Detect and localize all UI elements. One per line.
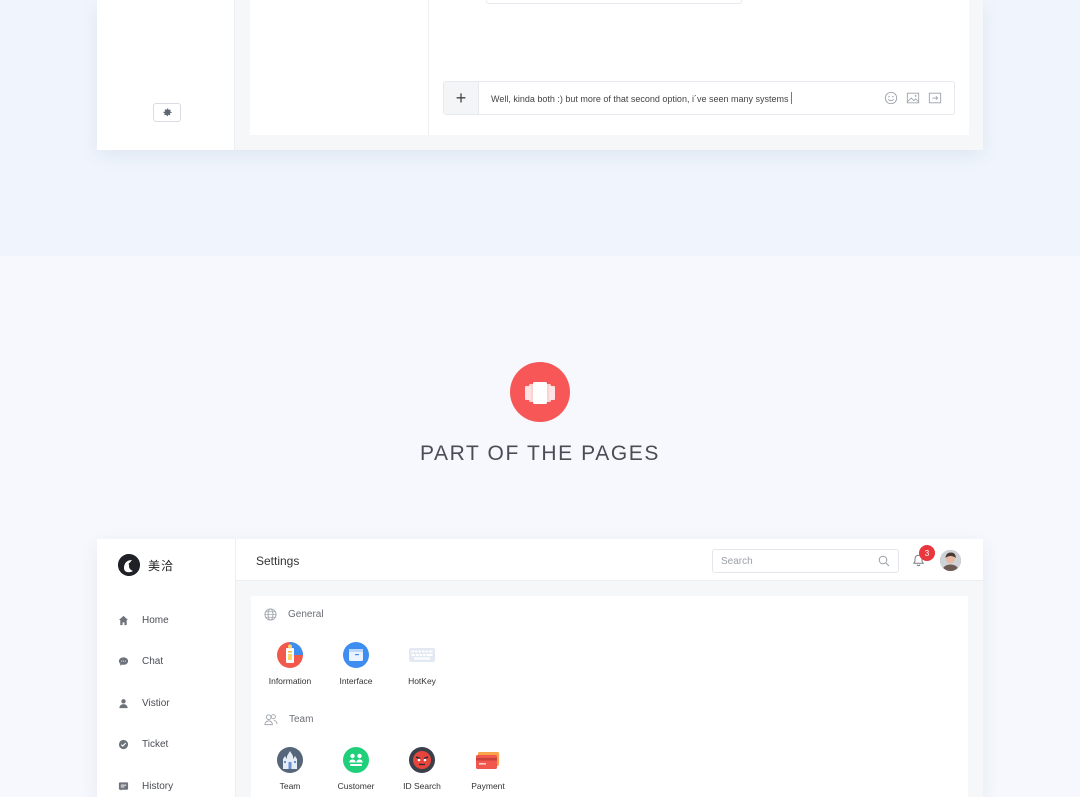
sidebar-item-label: History <box>142 780 174 792</box>
settings-button[interactable] <box>153 103 181 122</box>
gear-icon <box>162 108 172 117</box>
add-attachment-button[interactable]: + <box>444 82 479 114</box>
globe-icon <box>264 608 277 621</box>
group-title: Team <box>289 714 314 725</box>
search-box <box>712 549 899 573</box>
user-icon <box>119 698 128 708</box>
message-bubble <box>486 0 742 4</box>
sidebar-item-label: Chat <box>142 655 164 667</box>
group-title: General <box>288 609 324 620</box>
team-castle-icon <box>277 747 303 773</box>
sidebar-item-home[interactable]: Home <box>118 612 169 628</box>
tile-label: Customer <box>337 781 375 791</box>
home-icon <box>118 615 129 625</box>
settings-tile-information[interactable]: Information <box>255 642 325 686</box>
settings-tile-hotkey[interactable]: HotKey <box>387 642 457 686</box>
search-input[interactable] <box>713 550 873 572</box>
notification-badge: 3 <box>919 545 935 561</box>
emoji-icon[interactable] <box>884 91 898 105</box>
file-transfer-icon[interactable] <box>928 91 942 105</box>
sidebar-item-chat[interactable]: Chat <box>118 653 163 669</box>
conversation-list <box>250 0 429 135</box>
sidebar-item-label: Home <box>142 614 169 626</box>
top-header: Settings 3 <box>236 539 983 581</box>
section-title: PART OF THE PAGES <box>420 442 660 465</box>
tile-label: Team <box>279 781 301 791</box>
tile-label: HotKey <box>408 676 436 686</box>
id-search-icon <box>409 747 435 773</box>
page-title: Settings <box>256 554 300 568</box>
message-composer: + Well, kinda both :) but more of that s… <box>443 81 955 115</box>
chat-panel: + Well, kinda both :) but more of that s… <box>250 0 969 135</box>
text-cursor <box>791 92 793 104</box>
tile-label: ID Search <box>403 781 441 791</box>
information-icon <box>277 642 303 668</box>
pages-section-icon <box>510 362 570 422</box>
settings-tile-team[interactable]: Team <box>255 747 325 791</box>
settings-app: 美洽 Home Chat Vistior Ticket History Sett… <box>97 539 983 797</box>
group-header-general: General <box>264 608 324 621</box>
chat-bubble-icon <box>118 656 129 666</box>
tile-label: Interface <box>339 676 373 686</box>
tile-label: Information <box>268 676 312 686</box>
search-icon[interactable] <box>878 555 890 567</box>
sidebar: 美洽 Home Chat Vistior Ticket History <box>97 539 236 797</box>
message-input-text: Well, kinda both :) but more of that sec… <box>491 94 789 104</box>
logo-icon <box>118 554 140 576</box>
sidebar-item-ticket[interactable]: Ticket <box>118 736 168 752</box>
interface-icon <box>343 642 369 668</box>
settings-tile-payment[interactable]: Payment <box>453 747 523 791</box>
sidebar-item-label: Ticket <box>142 738 169 750</box>
keyboard-icon <box>409 642 435 668</box>
tile-label: Payment <box>471 781 505 791</box>
team-icon <box>264 714 278 726</box>
history-icon <box>118 781 129 791</box>
logo-text: 美洽 <box>148 558 175 573</box>
sidebar-item-history[interactable]: History <box>118 778 173 794</box>
chat-page-preview: + Well, kinda both :) but more of that s… <box>0 0 1080 256</box>
sidebar-item-vistior[interactable]: Vistior <box>118 695 170 711</box>
logo[interactable]: 美洽 <box>118 554 174 576</box>
customer-icon <box>343 747 369 773</box>
settings-tile-id-search[interactable]: ID Search <box>387 747 457 791</box>
payment-card-icon <box>475 747 501 773</box>
composer-tools <box>884 91 942 105</box>
avatar[interactable] <box>940 550 961 571</box>
settings-content: General Information Interface HotKey Tea… <box>251 596 968 797</box>
check-circle-icon <box>118 739 129 749</box>
image-icon[interactable] <box>906 91 920 105</box>
settings-tile-interface[interactable]: Interface <box>321 642 391 686</box>
sidebar-item-label: Vistior <box>142 697 170 709</box>
chat-window: + Well, kinda both :) but more of that s… <box>97 0 983 150</box>
group-header-team: Team <box>264 713 313 726</box>
settings-tile-customer[interactable]: Customer <box>321 747 391 791</box>
message-input[interactable]: Well, kinda both :) but more of that sec… <box>491 92 793 104</box>
chat-sidebar <box>97 0 235 150</box>
